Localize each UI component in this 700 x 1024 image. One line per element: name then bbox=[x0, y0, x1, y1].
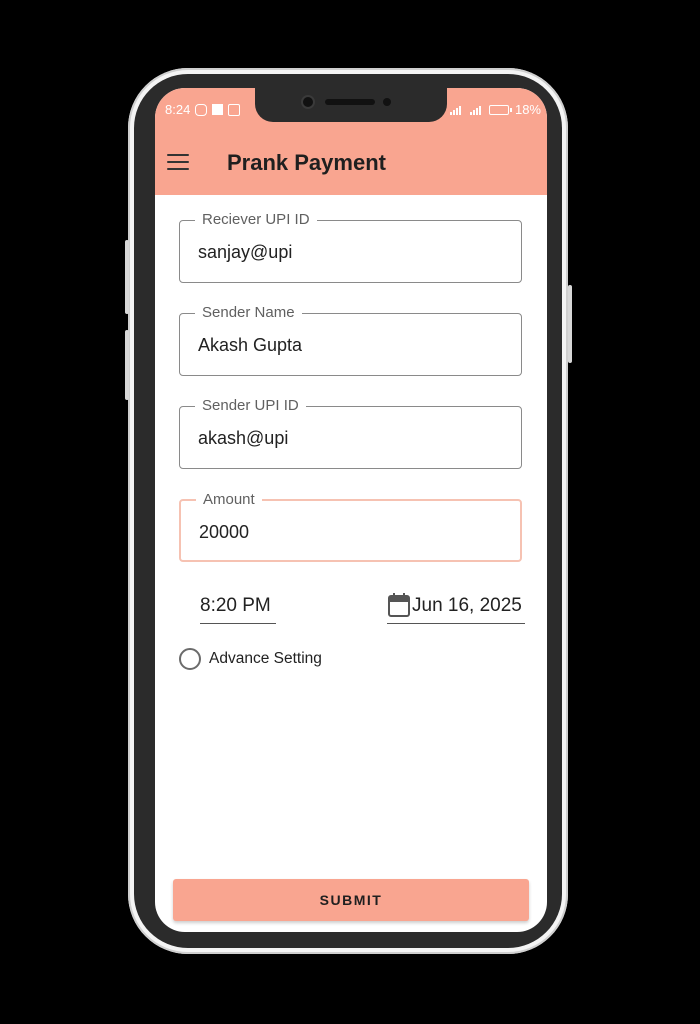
submit-button[interactable]: SUBMIT bbox=[173, 879, 529, 921]
advance-setting-radio[interactable] bbox=[179, 648, 201, 670]
proximity-sensor bbox=[383, 98, 391, 106]
receiver-upi-input[interactable]: sanjay@upi bbox=[198, 242, 498, 263]
volume-button bbox=[125, 330, 129, 400]
amount-input[interactable]: 20000 bbox=[199, 522, 499, 543]
app-bar: Prank Payment bbox=[155, 130, 547, 195]
battery-icon bbox=[488, 104, 512, 115]
hamburger-menu-icon[interactable] bbox=[167, 154, 189, 170]
signal-icon bbox=[469, 105, 481, 115]
instagram-icon bbox=[195, 103, 208, 116]
amount-label: Amount bbox=[196, 491, 262, 508]
sender-name-field[interactable]: Sender Name Akash Gupta bbox=[179, 304, 522, 376]
power-button bbox=[568, 285, 572, 363]
time-picker[interactable]: 8:20 PM bbox=[200, 593, 276, 624]
phone-screen: 8:24 18% Prank Payment Reciever UPI ID s… bbox=[155, 88, 547, 932]
date-picker[interactable]: Jun 16, 2025 bbox=[387, 591, 525, 624]
square-icon bbox=[212, 104, 224, 115]
receiver-upi-label: Reciever UPI ID bbox=[195, 211, 317, 228]
sender-upi-input[interactable]: akash@upi bbox=[198, 428, 498, 449]
amount-field[interactable]: Amount 20000 bbox=[179, 491, 522, 562]
time-value: 8:20 PM bbox=[200, 595, 271, 616]
status-time: 8:24 bbox=[165, 102, 191, 117]
wifi-icon bbox=[449, 105, 461, 115]
app-title: Prank Payment bbox=[227, 150, 386, 175]
sender-name-input[interactable]: Akash Gupta bbox=[198, 335, 498, 356]
advance-setting-label: Advance Setting bbox=[209, 650, 322, 667]
battery-percent: 18% bbox=[514, 102, 541, 117]
volume-button bbox=[125, 240, 129, 314]
sender-upi-field[interactable]: Sender UPI ID akash@upi bbox=[179, 397, 522, 469]
front-camera bbox=[301, 95, 315, 109]
date-value: Jun 16, 2025 bbox=[412, 595, 522, 616]
sender-name-label: Sender Name bbox=[195, 304, 302, 321]
receiver-upi-field[interactable]: Reciever UPI ID sanjay@upi bbox=[179, 211, 522, 283]
calendar-icon bbox=[388, 593, 410, 617]
camera-notch bbox=[255, 88, 447, 122]
gallery-icon bbox=[228, 103, 241, 116]
earpiece-speaker bbox=[325, 99, 375, 105]
sender-upi-label: Sender UPI ID bbox=[195, 397, 306, 414]
